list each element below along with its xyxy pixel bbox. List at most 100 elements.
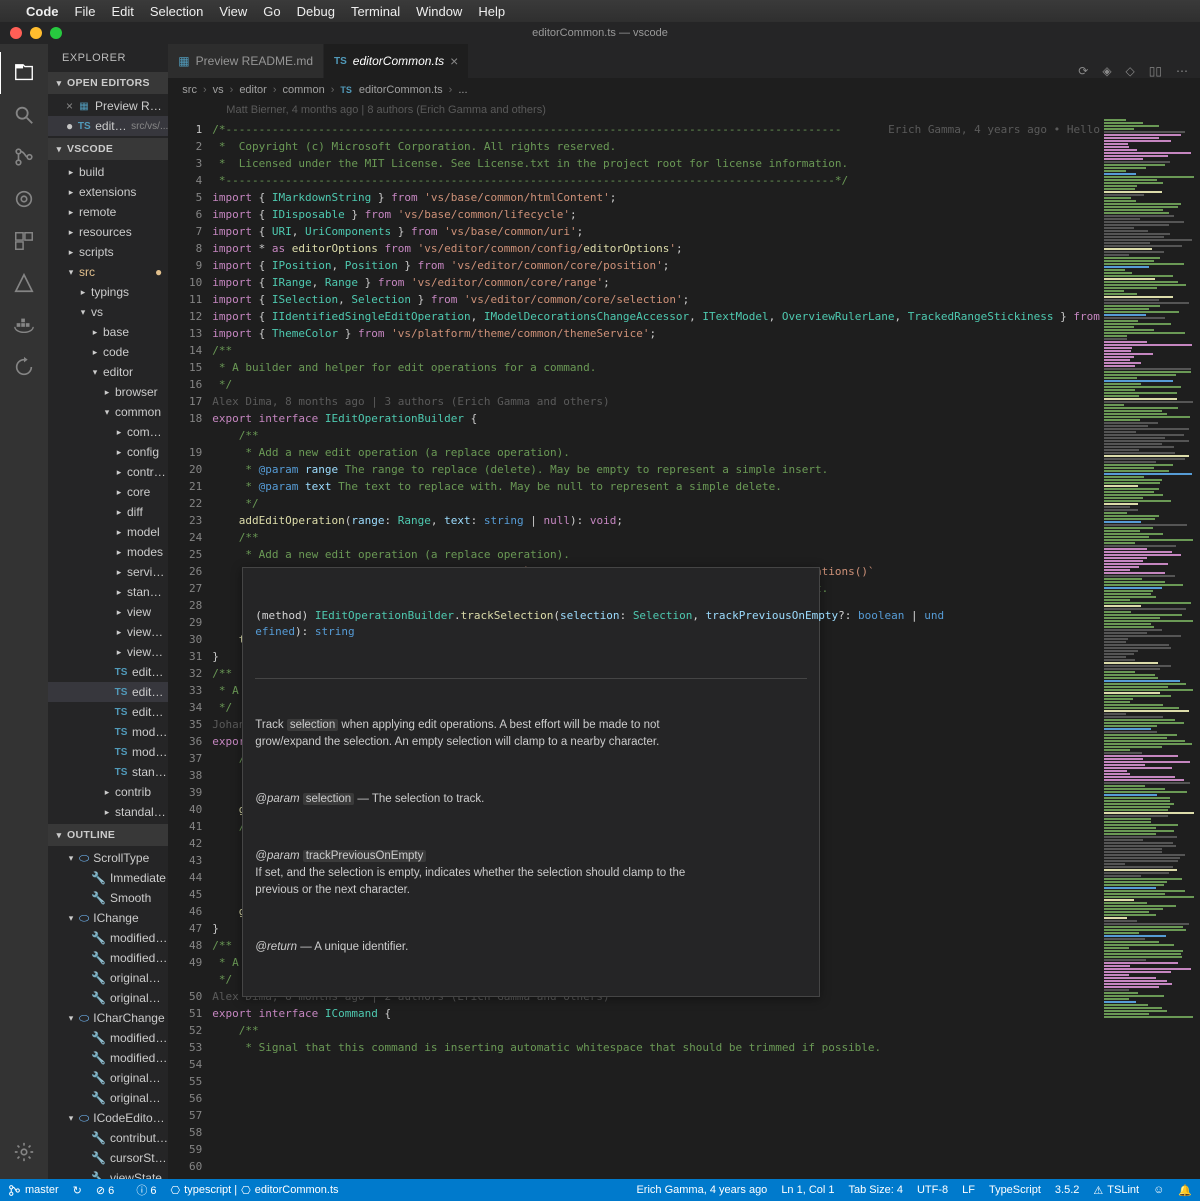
folder-item[interactable]: ▸services (48, 562, 168, 582)
folder-item[interactable]: ▸core (48, 482, 168, 502)
status-bell-icon[interactable]: 🔔 (1178, 1184, 1192, 1197)
folder-item[interactable]: ▸modes (48, 542, 168, 562)
outline-item[interactable]: ▾⬭ICodeEditorViewState (48, 1108, 168, 1128)
status-encoding[interactable]: UTF-8 (917, 1184, 948, 1197)
outline-item[interactable]: 🔧originalEndLineNumber (48, 968, 168, 988)
outline-item[interactable]: 🔧cursorState (48, 1148, 168, 1168)
toolbar-split-icon[interactable]: ▯▯ (1149, 64, 1162, 78)
menu-go[interactable]: Go (263, 4, 280, 19)
activity-restart-icon[interactable] (0, 346, 48, 388)
status-position[interactable]: Ln 1, Col 1 (781, 1184, 834, 1197)
folder-item[interactable]: ▾vs (48, 302, 168, 322)
status-tabsize[interactable]: Tab Size: 4 (849, 1184, 903, 1197)
menu-window[interactable]: Window (416, 4, 462, 19)
status-feedback-icon[interactable]: ☺ (1153, 1184, 1164, 1197)
minimize-window-icon[interactable] (30, 27, 42, 39)
status-tslint[interactable]: ⚠ TSLint (1093, 1184, 1139, 1197)
folder-item[interactable]: ▸viewLayout (48, 622, 168, 642)
folder-item[interactable]: ▸contrib (48, 782, 168, 802)
folder-item[interactable]: ▸standalone (48, 582, 168, 602)
code-editor[interactable]: /*--------------------------------------… (212, 119, 1100, 1179)
outline-item[interactable]: 🔧contributionsState (48, 1128, 168, 1148)
status-blame[interactable]: Erich Gamma, 4 years ago (636, 1184, 767, 1197)
activity-explorer-icon[interactable] (0, 52, 47, 94)
activity-docker-icon[interactable] (0, 304, 48, 346)
folder-item[interactable]: ▸extensions (48, 182, 168, 202)
menu-view[interactable]: View (219, 4, 247, 19)
file-item[interactable]: TSstandaloneStrings.ts (48, 762, 168, 782)
toolbar-diamond-icon[interactable]: ◇ (1126, 64, 1135, 78)
status-errors[interactable]: ⊘ 6 ⓘ 6 (96, 1182, 157, 1198)
folder-item[interactable]: ▸diff (48, 502, 168, 522)
folder-item[interactable]: ▸controller (48, 462, 168, 482)
outline-item[interactable]: 🔧originalStartLineNumber (48, 988, 168, 1008)
folder-item[interactable]: ▸model (48, 522, 168, 542)
outline-item[interactable]: 🔧viewState (48, 1168, 168, 1179)
folder-item[interactable]: ▸base (48, 322, 168, 342)
folder-item[interactable]: ▸build (48, 162, 168, 182)
menu-help[interactable]: Help (478, 4, 505, 19)
activity-search-icon[interactable] (0, 94, 48, 136)
folder-item[interactable]: ▸remote (48, 202, 168, 222)
status-eol[interactable]: LF (962, 1184, 975, 1197)
file-item[interactable]: TSmodes.ts (48, 742, 168, 762)
maximize-window-icon[interactable] (50, 27, 62, 39)
outline-item[interactable]: 🔧modifiedEndLineNumber (48, 928, 168, 948)
editor-tab[interactable]: TSeditorCommon.ts× (324, 44, 469, 78)
folder-item[interactable]: ▸view (48, 602, 168, 622)
status-branch[interactable]: master (8, 1184, 59, 1197)
outline-item[interactable]: ▾⬭ICharChange (48, 1008, 168, 1028)
file-item[interactable]: TSeditorAction.ts (48, 662, 168, 682)
open-editor-item[interactable]: ×▦Preview README.md (48, 96, 168, 116)
folder-item[interactable]: ▸code (48, 342, 168, 362)
toolbar-more-icon[interactable]: ⋯ (1176, 64, 1188, 78)
file-item[interactable]: TSeditorContextKeys.ts (48, 702, 168, 722)
toolbar-preview-icon[interactable]: ◈ (1102, 64, 1111, 78)
breadcrumb[interactable]: src›vs›editor›common›TSeditorCommon.ts›.… (168, 78, 1200, 102)
section-folder[interactable]: ▾VSCODE (48, 138, 168, 160)
folder-item[interactable]: ▸resources (48, 222, 168, 242)
folder-item[interactable]: ▸config (48, 442, 168, 462)
section-outline[interactable]: ▾OUTLINE (48, 824, 168, 846)
editor-tab[interactable]: ▦Preview README.md (168, 44, 324, 78)
folder-item[interactable]: ▾common (48, 402, 168, 422)
activity-azure-icon[interactable] (0, 262, 48, 304)
outline-item[interactable]: 🔧originalEndColumn (48, 1068, 168, 1088)
outline-item[interactable]: 🔧modifiedStartLineNumber (48, 948, 168, 968)
status-ts-version[interactable]: 3.5.2 (1055, 1184, 1079, 1197)
activity-target-icon[interactable] (0, 178, 48, 220)
menu-selection[interactable]: Selection (150, 4, 203, 19)
outline-item[interactable]: 🔧originalStartColumn (48, 1088, 168, 1108)
minimap[interactable] (1100, 119, 1200, 1179)
menu-debug[interactable]: Debug (297, 4, 335, 19)
menu-file[interactable]: File (75, 4, 96, 19)
status-task[interactable]: ⎔ typescript | ⎔ editorCommon.ts (171, 1184, 339, 1197)
outline-item[interactable]: 🔧Immediate (48, 868, 168, 888)
section-open-editors[interactable]: ▾OPEN EDITORS (48, 72, 168, 94)
folder-item[interactable]: ▾editor (48, 362, 168, 382)
outline-item[interactable]: 🔧modifiedEndColumn (48, 1028, 168, 1048)
folder-item[interactable]: ▸standalone (48, 802, 168, 822)
folder-item[interactable]: ▸scripts (48, 242, 168, 262)
file-item[interactable]: TSeditorCommon.ts (48, 682, 168, 702)
folder-item[interactable]: ▸browser (48, 382, 168, 402)
status-language[interactable]: TypeScript (989, 1184, 1041, 1197)
folder-item[interactable]: ▸commands (48, 422, 168, 442)
activity-extensions-icon[interactable] (0, 220, 48, 262)
folder-item[interactable]: ▸typings (48, 282, 168, 302)
folder-item[interactable]: ▸viewModel (48, 642, 168, 662)
outline-item[interactable]: ▾⬭ScrollType (48, 848, 168, 868)
file-item[interactable]: TSmodel.ts (48, 722, 168, 742)
status-sync[interactable]: ↻ (73, 1184, 82, 1197)
open-editor-item[interactable]: ●TSeditorCommon.tssrc/vs/... (48, 116, 168, 136)
menu-terminal[interactable]: Terminal (351, 4, 400, 19)
toolbar-sync-icon[interactable]: ⟳ (1078, 64, 1088, 78)
close-window-icon[interactable] (10, 27, 22, 39)
activity-settings-icon[interactable] (0, 1131, 48, 1173)
activity-scm-icon[interactable] (0, 136, 48, 178)
menu-code[interactable]: Code (26, 4, 59, 19)
outline-item[interactable]: ▾⬭IChange (48, 908, 168, 928)
folder-item[interactable]: ▾src● (48, 262, 168, 282)
outline-item[interactable]: 🔧modifiedStartColumn (48, 1048, 168, 1068)
close-tab-icon[interactable]: × (450, 53, 458, 69)
